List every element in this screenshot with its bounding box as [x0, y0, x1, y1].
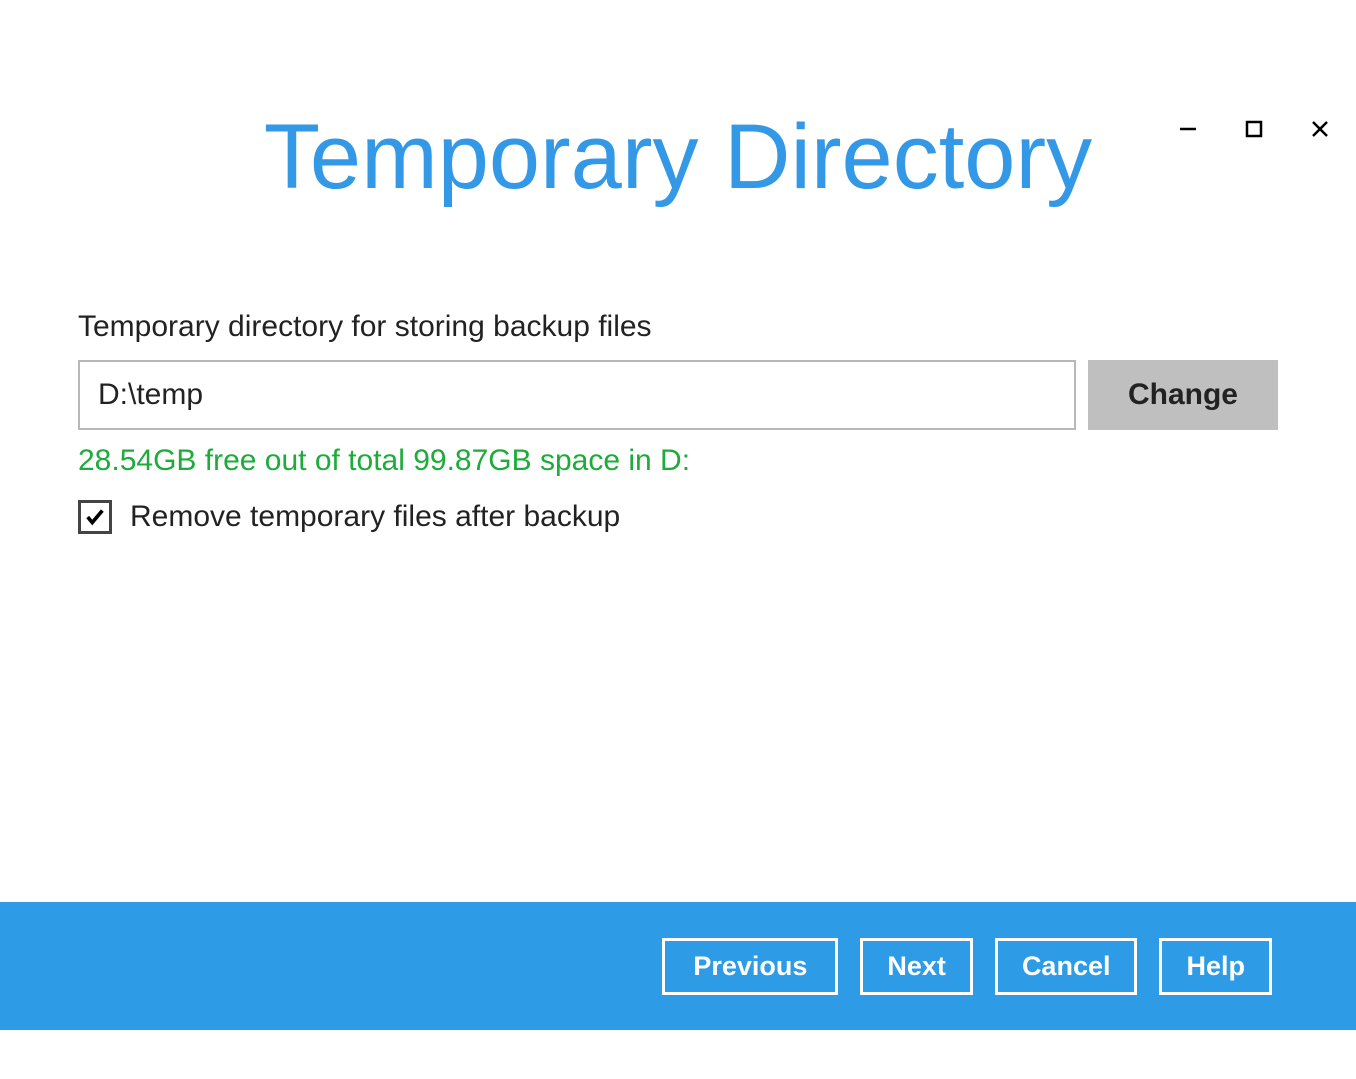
maximize-button[interactable] — [1236, 115, 1272, 143]
minimize-icon — [1178, 119, 1198, 139]
free-space-text: 28.54GB free out of total 99.87GB space … — [78, 444, 1278, 478]
previous-button[interactable]: Previous — [662, 938, 838, 995]
remove-temp-checkbox-row[interactable]: Remove temporary files after backup — [78, 500, 1278, 534]
checkmark-icon — [84, 506, 106, 528]
minimize-button[interactable] — [1170, 115, 1206, 143]
close-icon — [1310, 119, 1330, 139]
path-input[interactable] — [78, 360, 1076, 430]
remove-temp-label: Remove temporary files after backup — [130, 500, 620, 534]
footer-bar: Previous Next Cancel Help — [0, 902, 1356, 1030]
next-button[interactable]: Next — [860, 938, 973, 995]
maximize-icon — [1244, 119, 1264, 139]
field-label: Temporary directory for storing backup f… — [78, 310, 1278, 344]
input-row: Change — [78, 360, 1278, 430]
remove-temp-checkbox[interactable] — [78, 500, 112, 534]
window-controls — [1152, 105, 1356, 153]
cancel-button[interactable]: Cancel — [995, 938, 1138, 995]
change-button[interactable]: Change — [1088, 360, 1278, 430]
close-button[interactable] — [1302, 115, 1338, 143]
content-area: Temporary directory for storing backup f… — [0, 310, 1356, 534]
help-button[interactable]: Help — [1159, 938, 1272, 995]
